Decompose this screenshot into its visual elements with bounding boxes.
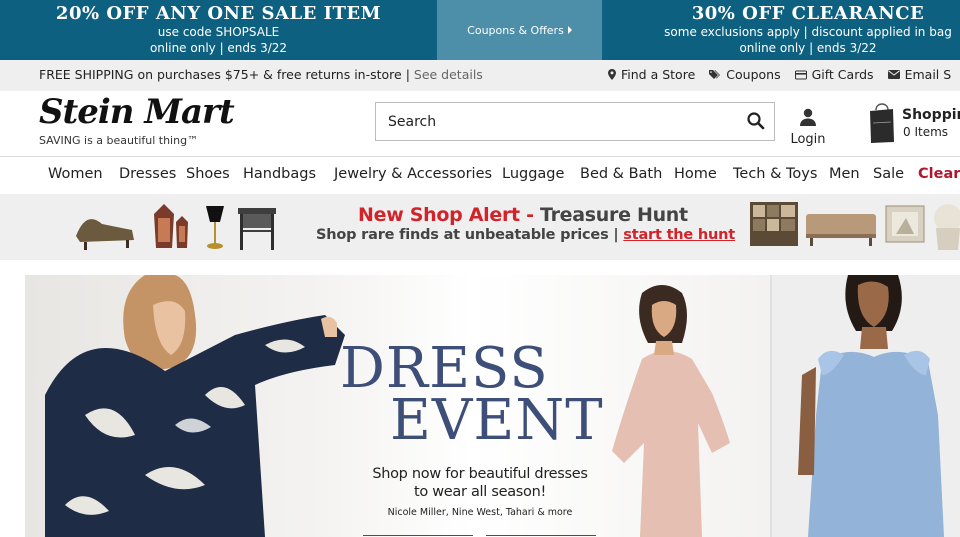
promo-right-terms: online only | ends 3/22 xyxy=(739,41,877,55)
user-icon xyxy=(800,108,816,126)
shipping-message: FREE SHIPPING on purchases $75+ & free r… xyxy=(39,67,483,82)
tags-icon xyxy=(709,70,721,79)
nav-bed-bath[interactable]: Bed & Bath xyxy=(580,166,662,182)
promo-sale-item[interactable]: 20% OFF ANY ONE SALE ITEM use code SHOPS… xyxy=(0,0,437,60)
shopping-cart-link[interactable]: Shoppin 0 Items xyxy=(902,107,960,139)
find-store-link[interactable]: Find a Store xyxy=(608,67,695,82)
promo-left-terms: online only | ends 3/22 xyxy=(149,41,288,55)
banner-title-separator: - xyxy=(519,204,541,226)
nav-women[interactable]: Women xyxy=(48,166,103,182)
logo-tagline: SAVING is a beautiful thing™ xyxy=(39,134,199,147)
search-input[interactable] xyxy=(376,103,736,140)
banner-title: New Shop Alert - Treasure Hunt xyxy=(358,204,688,226)
cart-item-count: 0 Items xyxy=(903,125,949,139)
nav-shoes[interactable]: Shoes xyxy=(186,166,230,182)
hero-brands: Nicole Miller, Nine West, Tahari & more xyxy=(387,507,573,518)
shopping-bag-icon[interactable] xyxy=(869,101,895,143)
start-hunt-link[interactable]: start the hunt xyxy=(623,227,735,243)
banner-title-alert: New Shop Alert xyxy=(358,204,520,226)
nav-home[interactable]: Home xyxy=(674,166,717,182)
nav-men[interactable]: Men xyxy=(829,166,860,182)
cart-title: Shoppin xyxy=(902,107,960,123)
gift-cards-link[interactable]: Gift Cards xyxy=(794,67,874,82)
login-label: Login xyxy=(790,132,826,147)
coupons-offers-label: Coupons & Offers xyxy=(467,23,564,37)
banner-title-hunt: Treasure Hunt xyxy=(540,204,688,226)
promo-left-title: 20% OFF ANY ONE SALE ITEM xyxy=(55,3,382,24)
coupons-label: Coupons xyxy=(726,67,781,82)
steinmart-logo[interactable]: Stein Mart SAVING is a beautiful thing™ xyxy=(39,92,235,147)
hero-subtitle: Shop now for beautiful dresses to wear a… xyxy=(346,465,614,501)
email-signup-link[interactable]: Email S xyxy=(887,67,952,82)
see-details-link[interactable]: See details xyxy=(414,67,483,82)
credit-card-icon xyxy=(794,70,807,79)
nav-clearance[interactable]: Cleara xyxy=(918,166,960,182)
hero-title-line2: EVENT xyxy=(390,388,604,453)
furniture-images-left xyxy=(76,204,276,250)
promo-right-exclusions: some exclusions apply | discount applied… xyxy=(664,25,952,39)
hero-subtitle-line1: Shop now for beautiful dresses xyxy=(372,466,588,482)
nav-luggage[interactable]: Luggage xyxy=(502,166,564,182)
shipping-text: FREE SHIPPING on purchases $75+ & free r… xyxy=(39,67,414,82)
nav-jewelry-accessories[interactable]: Jewelry & Accessories xyxy=(334,166,492,182)
search-box xyxy=(375,102,775,141)
promo-left-code: use code SHOPSALE xyxy=(157,25,280,39)
login-button[interactable]: Login xyxy=(788,108,828,147)
main-nav: Women Dresses Shoes Handbags Jewelry & A… xyxy=(0,157,960,193)
nav-sale[interactable]: Sale xyxy=(873,166,904,182)
treasure-hunt-banner[interactable]: New Shop Alert - Treasure Hunt Shop rare… xyxy=(0,194,960,260)
nav-handbags[interactable]: Handbags xyxy=(243,166,316,182)
furniture-images-right xyxy=(750,202,960,250)
nav-dresses[interactable]: Dresses xyxy=(119,166,176,182)
promo-strip: 20% OFF ANY ONE SALE ITEM use code SHOPS… xyxy=(0,0,960,60)
envelope-icon xyxy=(887,70,900,79)
hero-subtitle-line2: to wear all season! xyxy=(413,484,547,500)
email-signup-label: Email S xyxy=(904,67,952,82)
utility-bar: FREE SHIPPING on purchases $75+ & free r… xyxy=(0,60,960,91)
logo-wordmark: Stein Mart xyxy=(39,92,235,132)
hero-title: DRESS EVENT xyxy=(340,341,604,449)
coupons-offers-button[interactable]: Coupons & Offers xyxy=(437,0,602,60)
banner-subtitle: Shop rare finds at unbeatable prices | s… xyxy=(316,227,735,243)
find-store-label: Find a Store xyxy=(621,67,696,82)
hero-model-left-image xyxy=(45,275,345,537)
site-header: Stein Mart SAVING is a beautiful thing™ … xyxy=(0,91,960,157)
dress-event-hero[interactable]: DRESS EVENT Shop now for beautiful dress… xyxy=(0,275,960,537)
nav-tech-toys[interactable]: Tech & Toys xyxy=(733,166,817,182)
caret-right-icon xyxy=(567,26,572,34)
hero-model-middle-image xyxy=(612,285,730,537)
banner-subtitle-text: Shop rare finds at unbeatable prices | xyxy=(316,227,624,243)
coupons-link[interactable]: Coupons xyxy=(709,67,781,82)
map-marker-icon xyxy=(608,69,616,80)
search-icon[interactable] xyxy=(746,111,766,131)
promo-right-title: 30% OFF CLEARANCE xyxy=(691,3,925,24)
hero-right-panel xyxy=(770,275,960,537)
hero-model-right-image xyxy=(798,275,944,537)
gift-cards-label: Gift Cards xyxy=(811,67,874,82)
utility-links: Find a Store Coupons Gift Cards Email S xyxy=(608,67,960,82)
promo-clearance[interactable]: 30% OFF CLEARANCE some exclusions apply … xyxy=(602,0,960,60)
